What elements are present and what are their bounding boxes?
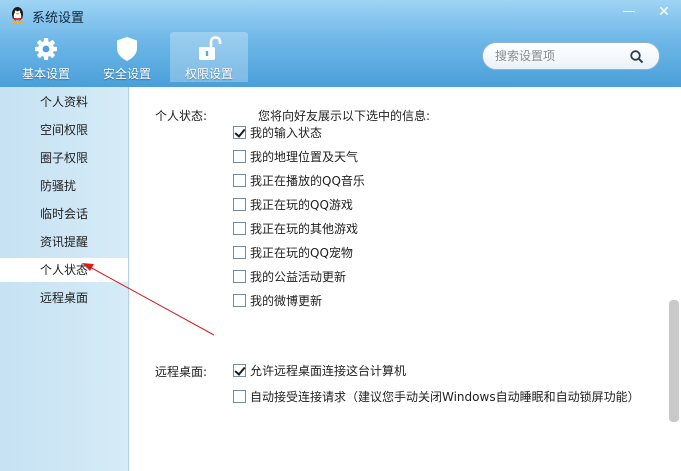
sidebar-item-label: 圈子权限: [40, 151, 89, 165]
sidebar-item-news-alerts[interactable]: 资讯提醒: [0, 230, 128, 254]
tab-permission-settings[interactable]: 权限设置: [170, 32, 248, 82]
title-bar: 系统设置 — ✕: [0, 0, 681, 30]
option-label: 我正在玩的QQ宠物: [250, 246, 353, 260]
option-label: 我正在玩的其他游戏: [250, 222, 359, 236]
window-title: 系统设置: [32, 11, 85, 26]
search-icon[interactable]: [629, 49, 645, 65]
gear-icon: [35, 38, 57, 60]
settings-window: 系统设置 — ✕ 基本设置 安全设置 权限设置 搜索设置项 个人资料 空间权限 …: [0, 0, 681, 471]
checkbox[interactable]: [233, 222, 246, 235]
checkbox[interactable]: [233, 150, 246, 163]
tab-security-settings[interactable]: 安全设置: [94, 32, 160, 82]
unlock-icon: [199, 36, 222, 60]
checkbox[interactable]: [233, 126, 246, 139]
checkbox[interactable]: [233, 246, 246, 259]
tab-label: 安全设置: [102, 67, 151, 81]
search-box[interactable]: [482, 42, 660, 70]
baidu-watermark: Baidu经验 jingyan.baidu.com: [541, 420, 673, 458]
option-label: 我的微博更新: [250, 294, 323, 308]
personal-status-description: 您将向好友展示以下选中的信息:: [258, 109, 431, 123]
sidebar-item-label: 空间权限: [40, 123, 89, 137]
option-label: 我正在播放的QQ音乐: [250, 174, 365, 188]
search-input[interactable]: [495, 47, 625, 65]
sidebar-item-circle-permission[interactable]: 圈子权限: [0, 146, 128, 170]
option-label: 我的公益活动更新: [250, 270, 347, 284]
watermark-subtext: jingyan.baidu.com: [571, 448, 645, 458]
checkbox[interactable]: [233, 364, 246, 377]
sidebar-item-label: 远程桌面: [40, 291, 89, 305]
checkbox[interactable]: [233, 198, 246, 211]
header: 系统设置 — ✕ 基本设置 安全设置 权限设置 搜索设置项: [0, 0, 681, 87]
sidebar-item-label: 资讯提醒: [40, 235, 89, 249]
personal-status-label: 个人状态:: [155, 109, 208, 123]
sidebar-item-label: 防骚扰: [40, 179, 77, 193]
tab-label: 权限设置: [184, 67, 233, 81]
watermark-text: Baidu经验: [568, 420, 673, 445]
checkbox[interactable]: [233, 270, 246, 283]
sidebar-item-temp-session[interactable]: 临时会话: [0, 202, 128, 226]
checkbox[interactable]: [233, 390, 246, 403]
sidebar-item-profile[interactable]: 个人资料: [0, 90, 128, 114]
remote-desktop-label: 远程桌面:: [155, 365, 208, 379]
tab-basic-settings[interactable]: 基本设置: [14, 32, 78, 82]
option-label: 我正在玩的QQ游戏: [250, 198, 353, 212]
sidebar-item-personal-status[interactable]: 个人状态: [0, 258, 128, 282]
option-label: 允许远程桌面连接这台计算机: [250, 364, 407, 378]
option-label: 自动接受连接请求（建议您手动关闭Windows自动睡眠和自动锁屏功能）: [250, 390, 640, 404]
checkbox[interactable]: [233, 294, 246, 307]
sidebar-item-label: 个人资料: [40, 95, 89, 109]
sidebar-item-space-permission[interactable]: 空间权限: [0, 118, 128, 142]
sidebar-item-label: 个人状态: [40, 263, 89, 277]
checkbox[interactable]: [233, 174, 246, 187]
option-label: 我的地理位置及天气: [250, 150, 359, 164]
minimize-button[interactable]: —: [618, 2, 640, 22]
qq-penguin-icon: [12, 7, 23, 24]
option-label: 我的输入状态: [250, 126, 323, 140]
sidebar: 个人资料 空间权限 圈子权限 防骚扰 临时会话 资讯提醒 个人状态 远程桌面: [0, 87, 129, 471]
vertical-scrollbar[interactable]: [669, 300, 679, 422]
sidebar-item-remote-desktop[interactable]: 远程桌面: [0, 286, 128, 310]
sidebar-item-label: 临时会话: [40, 207, 89, 221]
tab-label: 基本设置: [21, 67, 70, 81]
close-button[interactable]: ✕: [653, 2, 675, 22]
sidebar-item-anti-harassment[interactable]: 防骚扰: [0, 174, 128, 198]
shield-icon: [117, 37, 137, 61]
